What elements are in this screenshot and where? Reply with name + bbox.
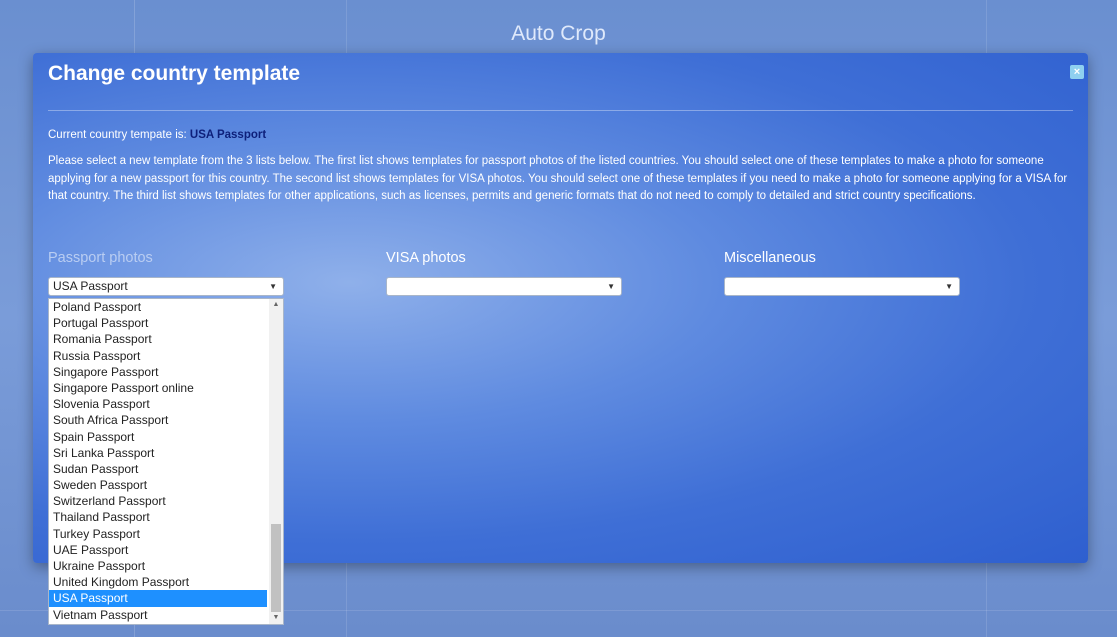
passport-template-select[interactable]: USA Passport ▼ [48,277,284,296]
close-button[interactable]: × [1070,65,1084,79]
miscellaneous-label: Miscellaneous [724,250,816,266]
app-title: Auto Crop [511,22,606,45]
passport-dropdown-list[interactable]: Poland Passport Portugal Passport Romania … [48,298,284,625]
modal-divider [48,110,1073,111]
dropdown-option[interactable]: Portugal Passport [49,315,267,331]
instructions-text: Please select a new template from the 3 … [48,155,1068,202]
dropdown-option[interactable]: Singapore Passport [49,364,267,380]
chevron-down-icon: ▼ [945,282,953,291]
dropdown-option[interactable]: Russia Passport [49,348,267,364]
dropdown-option[interactable]: Turkey Passport [49,526,267,542]
chevron-down-icon: ▼ [607,282,615,291]
dropdown-option[interactable]: Spain Passport [49,429,267,445]
dropdown-option[interactable]: USA Passport [49,590,267,607]
dropdown-options: Poland Passport Portugal Passport Romania … [49,299,283,623]
misc-template-select[interactable]: ▼ [724,277,960,296]
scroll-down-icon[interactable]: ▼ [269,612,283,624]
scroll-up-icon[interactable]: ▲ [269,299,283,311]
dropdown-option[interactable]: Poland Passport [49,299,267,315]
dropdown-option[interactable]: Vietnam Passport [49,607,267,623]
current-template-value: USA Passport [189,129,267,141]
dropdown-option[interactable]: United Kingdom Passport [49,574,267,590]
scrollbar-thumb[interactable] [271,524,281,612]
dropdown-option[interactable]: Thailand Passport [49,509,267,525]
dropdown-option[interactable]: Romania Passport [49,331,267,347]
chevron-down-icon: ▼ [269,282,277,291]
current-template-text: Current country tempate is: USA Passport [48,129,266,141]
dropdown-option[interactable]: Slovenia Passport [49,396,267,412]
passport-select-value: USA Passport [53,279,128,293]
dropdown-option[interactable]: Sri Lanka Passport [49,445,267,461]
visa-photos-label: VISA photos [386,250,466,266]
visa-template-select[interactable]: ▼ [386,277,622,296]
dropdown-option[interactable]: Sudan Passport [49,461,267,477]
current-template-label: Current country tempate is: [48,129,190,141]
dropdown-option[interactable]: South Africa Passport [49,412,267,428]
passport-photos-label: Passport photos [48,250,153,266]
dropdown-scrollbar[interactable]: ▲ ▼ [269,299,283,624]
dropdown-option[interactable]: Ukraine Passport [49,558,267,574]
dropdown-option[interactable]: Sweden Passport [49,477,267,493]
modal-title: Change country template [48,62,301,85]
dropdown-option[interactable]: UAE Passport [49,542,267,558]
dropdown-option[interactable]: Singapore Passport online [49,380,267,396]
dropdown-option[interactable]: Switzerland Passport [49,493,267,509]
